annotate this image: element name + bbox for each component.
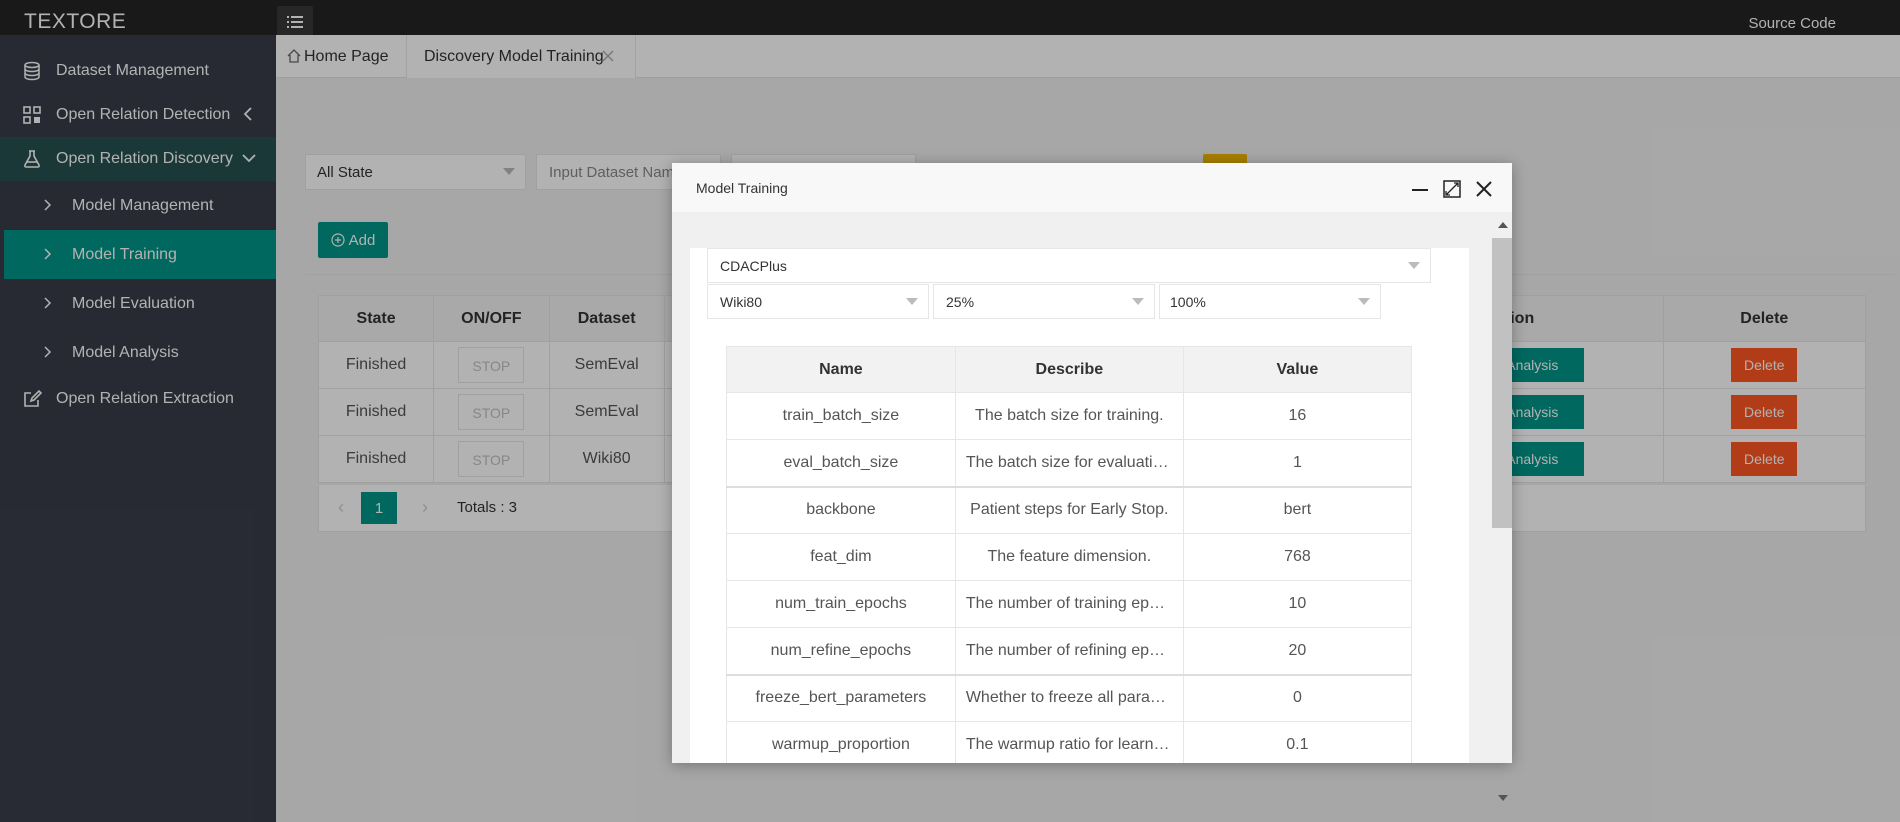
table-row: freeze_bert_parameters Whether to freeze…	[726, 673, 1413, 722]
cell-value[interactable]: 10	[1182, 580, 1413, 628]
dataset-select-value: Wiki80	[720, 293, 763, 310]
labeled-ratio-select-value: 100%	[1170, 293, 1206, 310]
training-form: CDACPlus Wiki80 25% 100% Name Describe V…	[690, 248, 1469, 763]
model-training-modal: Model Training CDACPlus Wiki80 25% 100%	[672, 163, 1512, 801]
labeled-ratio-select[interactable]: 100%	[1159, 284, 1381, 319]
cell-describe: The batch size for evaluation.	[954, 439, 1184, 487]
cell-value[interactable]: bert	[1182, 485, 1413, 534]
cell-describe: The number of training epochs.	[954, 580, 1184, 628]
scroll-thumb[interactable]	[1492, 238, 1512, 528]
cell-describe: The number of refining epochs.	[954, 627, 1184, 675]
cell-name: feat_dim	[726, 533, 956, 581]
cell-name: backbone	[726, 485, 956, 534]
cell-name: eval_batch_size	[726, 439, 956, 487]
close-icon[interactable]	[1474, 179, 1494, 199]
cell-name: num_train_epochs	[726, 580, 956, 628]
table-row: num_train_epochs The number of training …	[726, 580, 1413, 628]
table-row: train_batch_size The batch size for trai…	[726, 392, 1413, 440]
col-name: Name	[726, 346, 956, 393]
cell-describe: The warmup ratio for learning rate.	[954, 721, 1184, 763]
cell-describe: The batch size for training.	[954, 392, 1184, 440]
caret-down-icon	[1408, 262, 1420, 269]
minimize-icon[interactable]	[1410, 179, 1430, 199]
cell-describe: Whether to freeze all parameters.	[954, 673, 1184, 722]
cell-value[interactable]: 16	[1182, 392, 1413, 440]
cell-describe: The feature dimension.	[954, 533, 1184, 581]
known-ratio-select[interactable]: 25%	[933, 284, 1155, 319]
caret-down-icon	[1132, 298, 1144, 305]
scroll-down-icon[interactable]	[1498, 795, 1508, 801]
table-header-row: Name Describe Value	[726, 346, 1413, 393]
maximize-icon[interactable]	[1442, 179, 1462, 199]
caret-down-icon	[1358, 298, 1370, 305]
known-ratio-select-value: 25%	[946, 293, 975, 310]
cell-name: num_refine_epochs	[726, 627, 956, 675]
cell-value[interactable]: 20	[1182, 627, 1413, 675]
col-value: Value	[1182, 346, 1413, 393]
table-row: warmup_proportion The warmup ratio for l…	[726, 721, 1413, 763]
col-describe: Describe	[954, 346, 1184, 393]
cell-name: warmup_proportion	[726, 721, 956, 763]
cell-value[interactable]: 0	[1182, 673, 1413, 722]
modal-body: CDACPlus Wiki80 25% 100% Name Describe V…	[672, 213, 1484, 763]
dataset-select[interactable]: Wiki80	[707, 284, 929, 319]
cell-value[interactable]: 0.1	[1182, 721, 1413, 763]
table-row: num_refine_epochs The number of refining…	[726, 627, 1413, 675]
scroll-up-icon[interactable]	[1498, 222, 1508, 228]
parameter-table: Name Describe Value train_batch_size The…	[726, 346, 1413, 763]
cell-value[interactable]: 1	[1182, 439, 1413, 487]
modal-scrollbar[interactable]	[1484, 213, 1512, 801]
cell-describe: Patient steps for Early Stop.	[954, 485, 1184, 534]
cell-name: train_batch_size	[726, 392, 956, 440]
modal-title: Model Training	[696, 180, 788, 196]
table-row: eval_batch_size The batch size for evalu…	[726, 439, 1413, 487]
cell-value[interactable]: 768	[1182, 533, 1413, 581]
caret-down-icon	[906, 298, 918, 305]
method-select[interactable]: CDACPlus	[707, 248, 1431, 283]
method-select-value: CDACPlus	[720, 257, 787, 274]
cell-name: freeze_bert_parameters	[726, 673, 956, 722]
table-row: backbone Patient steps for Early Stop. b…	[726, 485, 1413, 534]
modal-header: Model Training	[672, 163, 1512, 213]
table-row: feat_dim The feature dimension. 768	[726, 533, 1413, 581]
